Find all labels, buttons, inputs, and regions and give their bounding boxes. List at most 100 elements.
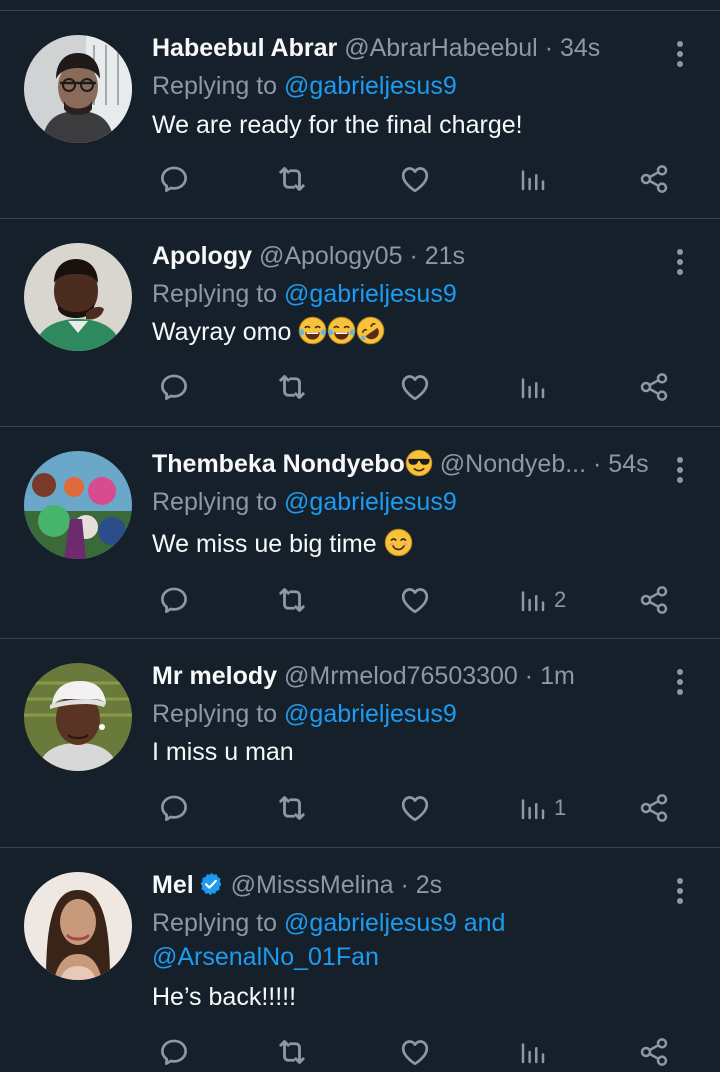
retweet-icon <box>274 161 310 197</box>
reply-button[interactable] <box>157 1032 191 1072</box>
mention-link[interactable]: @gabrieljesus9 <box>284 488 457 516</box>
timestamp[interactable]: · 54s <box>593 450 649 478</box>
tweet-reply[interactable]: Apology @Apology05 · 21s Replying to @ga… <box>0 219 720 427</box>
like-icon <box>398 1035 432 1069</box>
mention-link[interactable]: @gabrieljesus9 <box>284 280 457 308</box>
verified-badge-icon <box>200 872 222 896</box>
action-bar <box>152 1032 690 1072</box>
timestamp[interactable]: · 34s <box>545 34 601 62</box>
display-name[interactable]: Habeebul Abrar <box>152 34 337 62</box>
like-button[interactable] <box>398 580 432 620</box>
share-button[interactable] <box>638 367 670 407</box>
views-icon <box>518 372 548 402</box>
share-button[interactable] <box>638 580 670 620</box>
like-button[interactable] <box>398 1032 432 1072</box>
views-button[interactable] <box>518 159 548 199</box>
views-button[interactable] <box>518 1032 548 1072</box>
retweet-icon <box>274 1034 310 1070</box>
tweet-header: Thembeka Nondyebo @Nondyeb... · 54s <box>152 448 650 480</box>
tweet-reply[interactable]: Mel @MisssMelina · 2s Replying to @gabri… <box>0 848 720 1070</box>
tweet-text-content: We miss ue big time <box>152 530 377 558</box>
user-handle[interactable]: @MisssMelina <box>231 871 394 899</box>
tweet-reply[interactable]: Habeebul Abrar @AbrarHabeebul · 34s Repl… <box>0 11 720 219</box>
replying-to: Replying to @gabrieljesus9 <box>152 485 660 519</box>
share-button[interactable] <box>638 159 670 199</box>
timestamp[interactable]: · 21s <box>409 242 465 270</box>
like-button[interactable] <box>398 788 432 828</box>
mention-link[interactable]: @gabrieljesus9 <box>284 909 457 937</box>
avatar[interactable] <box>24 35 132 143</box>
display-name[interactable]: Mr melody <box>152 662 277 690</box>
like-button[interactable] <box>398 367 432 407</box>
reply-icon <box>157 162 191 196</box>
avatar[interactable] <box>24 243 132 351</box>
user-handle[interactable]: @AbrarHabeebul <box>344 34 538 62</box>
tweet-reply[interactable]: Mr melody @Mrmelod76503300 · 1m Replying… <box>0 639 720 848</box>
display-name[interactable]: Thembeka Nondyebo <box>152 450 405 478</box>
mention-link[interactable]: @ArsenalNo_01Fan <box>152 943 379 971</box>
more-icon[interactable] <box>676 457 684 483</box>
mention-link[interactable]: @gabrieljesus9 <box>284 700 457 728</box>
tweet-text: Wayray omo <box>152 315 660 349</box>
share-button[interactable] <box>638 1032 670 1072</box>
retweet-icon <box>274 369 310 405</box>
share-icon <box>638 584 670 616</box>
share-icon <box>638 163 670 195</box>
avatar[interactable] <box>24 663 132 771</box>
reply-icon <box>157 791 191 825</box>
action-bar: 2 <box>152 580 690 620</box>
replying-to: Replying to @gabrieljesus9 <box>152 277 660 311</box>
tweet-text: He’s back!!!!! <box>152 980 660 1014</box>
timestamp[interactable]: · 1m <box>525 662 575 690</box>
like-icon <box>398 162 432 196</box>
avatar[interactable] <box>24 451 132 559</box>
views-button[interactable] <box>518 367 548 407</box>
timestamp[interactable]: · 2s <box>401 871 443 899</box>
replying-to: Replying to @gabrieljesus9 <box>152 69 660 103</box>
reply-button[interactable] <box>157 580 191 620</box>
tweet-header: Habeebul Abrar @AbrarHabeebul · 34s <box>152 32 650 64</box>
mention-link[interactable]: @gabrieljesus9 <box>284 72 457 100</box>
views-count: 2 <box>554 587 567 612</box>
like-icon <box>398 583 432 617</box>
face-with-tears-of-joy-emoji <box>327 316 356 345</box>
face-with-tears-of-joy-emoji <box>298 316 327 345</box>
more-icon[interactable] <box>676 249 684 275</box>
reply-button[interactable] <box>157 159 191 199</box>
avatar[interactable] <box>24 872 132 980</box>
user-handle[interactable]: @Mrmelod76503300 <box>284 662 518 690</box>
display-name[interactable]: Mel <box>152 871 194 899</box>
reply-button[interactable] <box>157 788 191 828</box>
views-button[interactable]: 2 <box>518 580 566 620</box>
action-bar: 1 <box>152 788 690 828</box>
more-icon[interactable] <box>676 41 684 67</box>
like-button[interactable] <box>398 159 432 199</box>
more-icon[interactable] <box>676 878 684 904</box>
share-button[interactable] <box>638 788 670 828</box>
retweet-icon <box>274 790 310 826</box>
smiling-face-with-smiling-eyes-emoji <box>384 528 413 557</box>
replying-label: Replying to <box>152 488 278 516</box>
retweet-button[interactable] <box>274 159 310 199</box>
retweet-icon <box>274 582 310 618</box>
tweet-text: We miss ue big time <box>152 527 660 561</box>
views-button[interactable]: 1 <box>518 788 566 828</box>
replying-label: Replying to <box>152 700 278 728</box>
display-name[interactable]: Apology <box>152 242 252 270</box>
views-icon <box>518 585 548 615</box>
rolling-on-floor-laughing-emoji <box>356 316 385 345</box>
replying-label: Replying to <box>152 72 278 100</box>
retweet-button[interactable] <box>274 1032 310 1072</box>
tweet-reply[interactable]: Thembeka Nondyebo @Nondyeb... · 54s Repl… <box>0 427 720 639</box>
tweet-text-content: He’s back!!!!! <box>152 983 297 1011</box>
retweet-button[interactable] <box>274 788 310 828</box>
retweet-button[interactable] <box>274 580 310 620</box>
views-count: 1 <box>554 795 567 820</box>
smiling-face-with-sunglasses-emoji <box>405 449 433 477</box>
user-handle[interactable]: @Apology05 <box>259 242 403 270</box>
reply-button[interactable] <box>157 367 191 407</box>
replying-to: Replying to @gabrieljesus9 <box>152 697 660 731</box>
user-handle[interactable]: @Nondyeb... <box>440 450 586 478</box>
more-icon[interactable] <box>676 669 684 695</box>
retweet-button[interactable] <box>274 367 310 407</box>
